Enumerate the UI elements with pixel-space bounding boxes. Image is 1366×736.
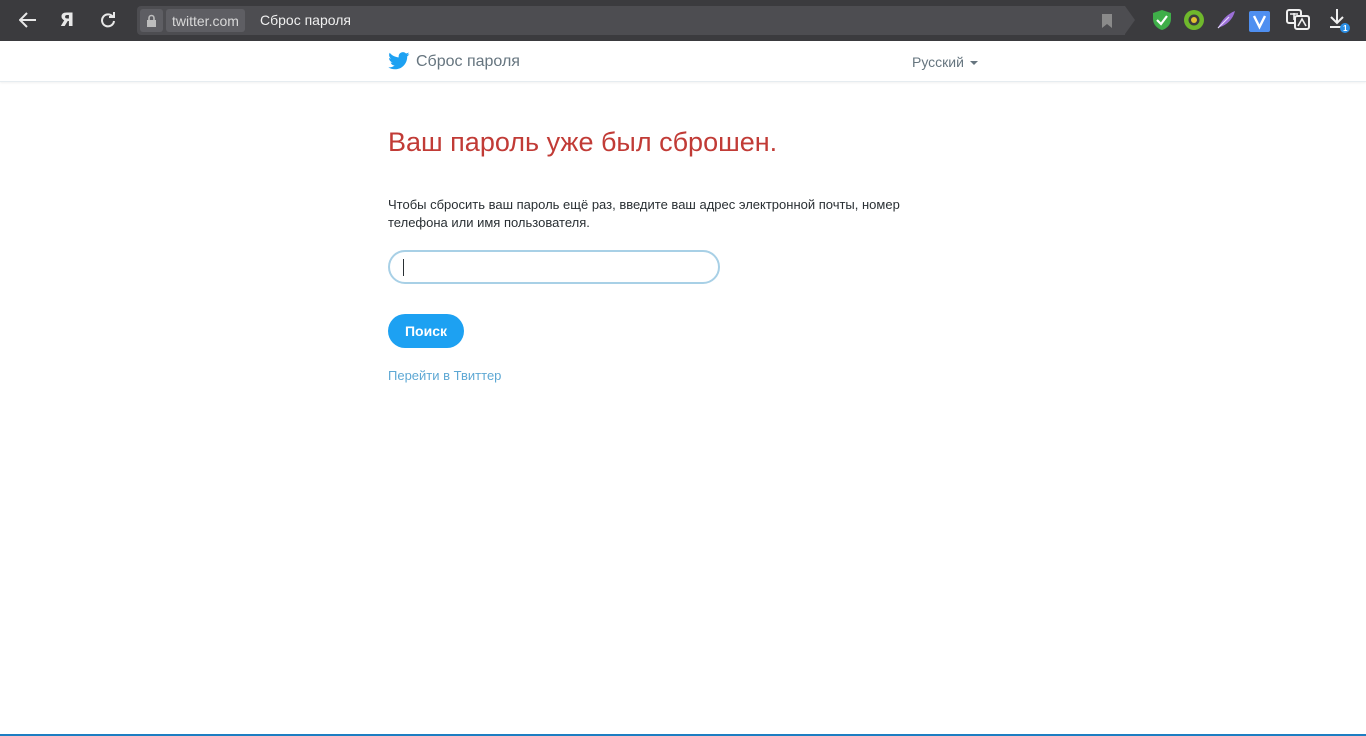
reload-icon <box>101 12 115 28</box>
twitter-bird-icon[interactable] <box>388 52 410 70</box>
back-arrow-icon <box>19 12 36 28</box>
green-circle-extension-icon[interactable] <box>1182 8 1206 32</box>
address-page-title: Сброс пароля <box>260 12 351 28</box>
feather-extension-icon[interactable] <box>1214 8 1238 32</box>
reload-button[interactable] <box>93 5 123 35</box>
domain-label: twitter.com <box>166 9 245 32</box>
download-icon[interactable]: 1 <box>1326 8 1350 33</box>
header-title: Сброс пароля <box>416 53 520 70</box>
browser-toolbar: Я twitter.com Сброс пароля 1 <box>0 0 1366 41</box>
address-bar[interactable]: twitter.com Сброс пароля <box>137 6 1135 35</box>
v-extension-icon[interactable] <box>1247 9 1271 33</box>
page-title: Ваш пароль уже был сброшен. <box>388 127 778 157</box>
yandex-logo-button[interactable]: Я <box>52 5 82 35</box>
instructions-text: Чтобы сбросить ваш пароль ещё раз, введи… <box>388 197 900 230</box>
go-to-twitter-link[interactable]: Перейти в Твиттер <box>388 368 501 384</box>
back-button[interactable] <box>13 5 43 35</box>
download-badge: 1 <box>1343 24 1348 33</box>
chevron-down-icon <box>969 60 978 65</box>
lock-icon[interactable] <box>140 9 163 32</box>
bookmark-icon[interactable] <box>1101 14 1113 28</box>
translate-icon[interactable] <box>1286 8 1310 32</box>
language-dropdown[interactable]: Русский <box>912 54 978 70</box>
account-search-input[interactable] <box>388 250 720 284</box>
yandex-logo-icon: Я <box>59 9 75 31</box>
search-button[interactable]: Поиск <box>388 314 464 348</box>
language-label: Русский <box>912 54 964 70</box>
shield-check-icon[interactable] <box>1150 8 1174 32</box>
twitter-header: Сброс пароля Русский <box>0 41 1366 82</box>
text-cursor <box>403 259 404 276</box>
